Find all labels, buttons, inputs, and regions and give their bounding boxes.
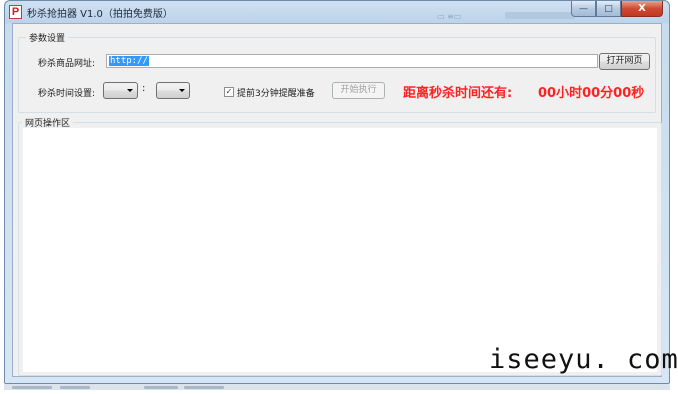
url-input-value: http:// — [109, 56, 149, 66]
title-bar[interactable]: P 秒杀抢拍器 V1.0（拍拍免费版） ▭ ≡▭ — □ X — [5, 1, 669, 23]
app-window: P 秒杀抢拍器 V1.0（拍拍免费版） ▭ ≡▭ — □ X 参数设置 秒杀商品… — [4, 0, 670, 384]
remind-label[interactable]: 提前3分钟提醒准备 — [237, 86, 315, 99]
watermark: iseeyu. com — [489, 344, 678, 375]
settings-group: 参数设置 — [18, 31, 656, 113]
settings-group-title: 参数设置 — [26, 31, 69, 44]
web-browser-area[interactable] — [23, 128, 657, 372]
dropdown-arrow-icon — [179, 89, 185, 92]
url-input[interactable]: http:// — [106, 54, 598, 68]
maximize-button[interactable]: □ — [596, 1, 621, 17]
time-separator: : — [142, 83, 146, 94]
close-button[interactable]: X — [621, 1, 663, 17]
minimize-button[interactable]: — — [571, 1, 596, 17]
minute-select[interactable] — [156, 82, 190, 99]
time-label: 秒杀时间设置: — [38, 89, 96, 99]
countdown-label: 距离秒杀时间还有: — [403, 86, 513, 101]
taskbar-item — [60, 386, 90, 389]
window-title: 秒杀抢拍器 V1.0（拍拍免费版） — [27, 9, 173, 20]
url-label: 秒杀商品网址: — [38, 59, 96, 69]
remind-checkbox[interactable]: ✓ — [224, 87, 234, 97]
taskbar-strip — [4, 384, 670, 390]
checkmark-icon: ✓ — [225, 87, 233, 96]
taskbar-item — [184, 386, 224, 389]
title-bar-background-shape — [505, 12, 575, 19]
hour-select[interactable] — [103, 82, 138, 99]
window-controls: — □ X — [571, 1, 663, 17]
taskbar-item — [144, 386, 178, 389]
open-page-button[interactable]: 打开网页 — [599, 53, 650, 70]
countdown-value: 00小时00分00秒 — [538, 86, 645, 101]
dropdown-arrow-icon — [127, 89, 133, 92]
app-logo-icon[interactable]: P — [9, 5, 22, 19]
taskbar-item — [12, 386, 52, 389]
client-area: 参数设置 秒杀商品网址: http:// 打开网页 秒杀时间设置: : ✓ 提前… — [12, 23, 662, 377]
start-button[interactable]: 开始执行 — [332, 82, 385, 99]
title-bar-background-text: ▭ ≡▭ — [437, 12, 462, 21]
